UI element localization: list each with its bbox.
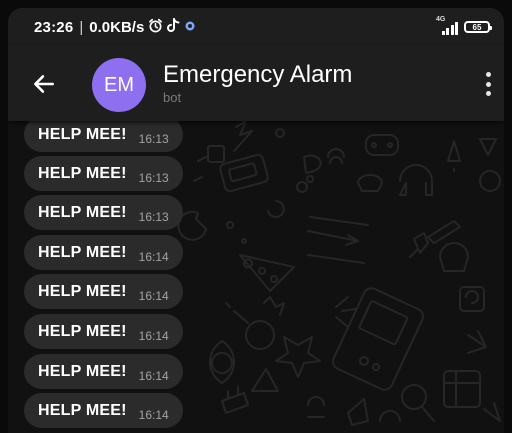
message-bubble[interactable]: HELP MEE! 16:13	[24, 121, 183, 152]
message-text: HELP MEE!	[38, 362, 127, 380]
message-time: 16:14	[138, 288, 169, 303]
message-time: 16:13	[138, 209, 169, 224]
message-time: 16:14	[138, 249, 169, 264]
message-text: HELP MEE!	[38, 322, 127, 340]
message-bubble[interactable]: HELP MEE! 16:14	[24, 354, 183, 389]
message-bubble[interactable]: HELP MEE! 16:13	[24, 195, 183, 230]
message-text: HELP MEE!	[38, 164, 127, 182]
chat-header: EM Emergency Alarm bot	[8, 46, 504, 121]
phone-screen: 23:26 | 0.0KB/s 4G 65 EM Emergency Alarm…	[8, 8, 504, 433]
more-menu-button[interactable]	[482, 72, 494, 96]
tiktok-icon	[167, 18, 180, 36]
network-speed: 0.0KB/s	[89, 18, 145, 36]
back-button[interactable]	[30, 70, 58, 98]
message-text: HELP MEE!	[38, 401, 127, 419]
message-time: 16:14	[138, 368, 169, 383]
more-vertical-icon	[485, 72, 491, 77]
signal-bars-icon: 4G	[436, 16, 458, 35]
chat-title[interactable]: Emergency Alarm	[163, 61, 352, 89]
status-right: 4G 65	[436, 16, 492, 35]
vpn-dot-icon	[184, 20, 196, 35]
message-text: HELP MEE!	[38, 125, 127, 143]
message-bubble[interactable]: HELP MEE! 16:14	[24, 314, 183, 349]
status-bar: 23:26 | 0.0KB/s 4G 65	[8, 8, 504, 46]
arrow-left-icon	[34, 75, 54, 93]
alarm-clock-icon	[148, 18, 163, 36]
battery-icon: 65	[464, 21, 492, 33]
status-separator: |	[79, 18, 84, 36]
avatar-initials: EM	[104, 73, 134, 96]
message-time: 16:13	[138, 131, 169, 146]
message-bubble[interactable]: HELP MEE! 16:14	[24, 235, 183, 270]
message-time: 16:14	[138, 328, 169, 343]
status-time: 23:26	[34, 18, 74, 36]
message-time: 16:13	[138, 170, 169, 185]
message-bubble[interactable]: HELP MEE! 16:13	[24, 156, 183, 191]
status-left: 23:26 | 0.0KB/s	[34, 18, 196, 36]
message-time: 16:14	[138, 407, 169, 422]
message-bubble[interactable]: HELP MEE! 16:14	[24, 393, 183, 428]
message-text: HELP MEE!	[38, 282, 127, 300]
avatar[interactable]: EM	[92, 58, 146, 112]
message-text: HELP MEE!	[38, 243, 127, 261]
chat-subtitle: bot	[163, 90, 182, 105]
message-text: HELP MEE!	[38, 203, 127, 221]
chat-area[interactable]: HELP MEE! 16:13 HELP MEE! 16:13 HELP MEE! 16:…	[8, 121, 504, 433]
battery-level: 65	[472, 22, 482, 32]
message-bubble[interactable]: HELP MEE! 16:14	[24, 274, 183, 309]
